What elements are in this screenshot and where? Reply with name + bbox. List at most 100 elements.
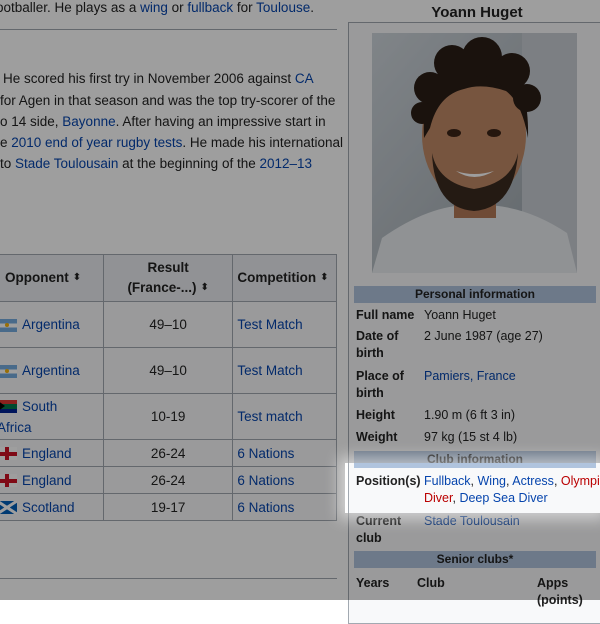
place-of-birth-link[interactable]: Pamiers, France — [424, 368, 516, 385]
scotland-flag-icon — [0, 501, 17, 515]
infobox-title: Yoann Huget — [431, 4, 523, 21]
article-text: ootballer. He plays as a — [0, 0, 141, 15]
cell-result: 49–10 — [102, 347, 234, 394]
cell-result: 49–10 — [102, 301, 234, 348]
place-of-birth-label: Place of birth — [356, 369, 404, 400]
position-link[interactable]: Deep Sea Diver — [459, 491, 547, 505]
cell-competition: 6 Nations — [232, 466, 337, 494]
position-link[interactable]: Olympic — [561, 474, 600, 488]
table-row: Scotland 19-17 6 Nations — [0, 493, 337, 521]
sort-icon[interactable]: ⬍ — [73, 272, 81, 283]
cell-result: 26-24 — [102, 466, 234, 494]
competition-link[interactable]: Test match — [237, 409, 302, 424]
opponent-link[interactable]: Argentina — [22, 317, 80, 332]
table-row: England 26-24 6 Nations — [0, 466, 337, 494]
weight-value: 97 kg (15 st 4 lb) — [424, 430, 518, 444]
article-line-4: o 14 side, Bayonne. After having an impr… — [0, 114, 326, 129]
senior-col-club: Club — [417, 576, 445, 590]
competition-link[interactable]: 6 Nations — [237, 500, 294, 515]
senior-col-years: Years — [356, 576, 390, 590]
article-text: . He made his international — [182, 135, 343, 150]
current-club-label: Current club — [356, 514, 402, 545]
article-line-3: for Agen in that season and was the top … — [0, 93, 335, 108]
col-header-competition[interactable]: Competition ⬍ — [232, 254, 337, 302]
article-text: for — [233, 0, 257, 15]
competition-link[interactable]: 6 Nations — [237, 473, 294, 488]
height-value: 1.90 m (6 ft 3 in) — [424, 408, 516, 422]
current-club-link[interactable]: Stade Toulousain — [424, 513, 520, 530]
article-link[interactable]: Toulouse — [256, 0, 310, 15]
cell-opponent: England — [0, 466, 104, 494]
cell-competition: Test Match — [232, 301, 337, 348]
competition-link[interactable]: Test Match — [237, 317, 302, 332]
position-link[interactable]: Wing — [478, 474, 506, 488]
opponent-link[interactable]: England — [22, 473, 72, 488]
opponent-link[interactable]: England — [22, 446, 72, 461]
section-senior-clubs: Senior clubs* — [354, 551, 596, 568]
separator-text: , — [470, 474, 478, 488]
infobox: Personal information Full name Yoann Hug… — [348, 22, 600, 624]
section-personal-information: Personal information — [354, 286, 596, 303]
sort-icon[interactable]: ⬍ — [320, 272, 328, 283]
weight-label: Weight — [356, 430, 398, 444]
col-header-result[interactable]: Result (France-...) ⬍ — [102, 254, 234, 302]
col-header-opponent[interactable]: Opponent ⬍ — [0, 254, 104, 302]
article-text: . After having an impressive start in — [115, 114, 326, 129]
england-flag-icon — [0, 447, 17, 461]
section-divider — [0, 578, 337, 579]
article-line-6: to Stade Toulousain at the beginning of … — [0, 156, 312, 171]
article-text: e — [0, 135, 12, 150]
player-portrait[interactable] — [372, 33, 577, 273]
opponent-link[interactable]: Africa — [0, 420, 32, 435]
article-link[interactable]: Stade Toulousain — [15, 156, 118, 171]
cell-competition: Test match — [232, 393, 337, 440]
date-of-birth-label: Date of birth — [356, 329, 399, 360]
south-africa-flag-icon — [0, 400, 17, 414]
table-row: South Africa 10-19 Test match — [0, 393, 337, 440]
table-row: Argentina 49–10 Test Match — [0, 301, 337, 348]
article-line-1: ootballer. He plays as a wing or fullbac… — [0, 0, 314, 15]
opponent-link[interactable]: Scotland — [22, 500, 75, 515]
position-link[interactable]: Diver — [424, 491, 452, 505]
competition-link[interactable]: Test Match — [237, 363, 302, 378]
section-divider — [0, 29, 337, 30]
article-text: o 14 side, — [0, 114, 63, 129]
article-body: ootballer. He plays as a wing or fullbac… — [0, 0, 345, 600]
cell-competition: 6 Nations — [232, 439, 337, 467]
article-text: to — [0, 156, 16, 171]
positions-value: Fullback, Wing, Actress, Olympic Diver, … — [424, 473, 600, 507]
cell-opponent: Argentina — [0, 301, 104, 348]
cell-result: 10-19 — [102, 393, 234, 440]
position-link[interactable]: Fullback — [424, 474, 471, 488]
article-link[interactable]: wing — [140, 0, 168, 15]
positions-label: Position(s) — [356, 474, 421, 488]
article-link[interactable]: 2010 end of year rugby tests — [11, 135, 182, 150]
section-club-information: Club information — [354, 451, 596, 468]
date-of-birth-value: 2 June 1987 (age 27) — [424, 329, 543, 343]
separator-text: , — [553, 474, 561, 488]
argentina-flag-icon — [0, 364, 17, 378]
cell-competition: 6 Nations — [232, 493, 337, 521]
cell-result: 19-17 — [102, 493, 234, 521]
opponent-link[interactable]: South — [22, 399, 57, 414]
match-results-table: Opponent ⬍ Result (France-...) ⬍ Competiti… — [0, 254, 337, 521]
article-line-5: e 2010 end of year rugby tests. He made … — [0, 135, 343, 150]
cell-opponent: England — [0, 439, 104, 467]
article-link[interactable]: Bayonne — [62, 114, 115, 129]
cell-opponent: Argentina — [0, 347, 104, 394]
cell-opponent: South Africa — [0, 393, 104, 440]
positions-line-1: Fullback, Wing, Actress, Olympic — [424, 473, 600, 490]
article-link[interactable]: 2012–13 — [259, 156, 312, 171]
position-link[interactable]: Actress — [512, 474, 554, 488]
opponent-link[interactable]: Argentina — [22, 363, 80, 378]
cell-opponent: Scotland — [0, 493, 104, 521]
competition-link[interactable]: 6 Nations — [237, 446, 294, 461]
article-link[interactable]: fullback — [187, 0, 233, 15]
article-link[interactable]: CA — [295, 71, 314, 86]
article-text: He scored his first try in November 2006… — [3, 71, 295, 86]
portrait-image — [372, 33, 577, 273]
cell-result: 26-24 — [102, 439, 234, 467]
sort-icon[interactable]: ⬍ — [200, 282, 208, 293]
article-text: for Agen in that season and was the top … — [0, 93, 336, 108]
full-name-value: Yoann Huget — [424, 308, 496, 322]
